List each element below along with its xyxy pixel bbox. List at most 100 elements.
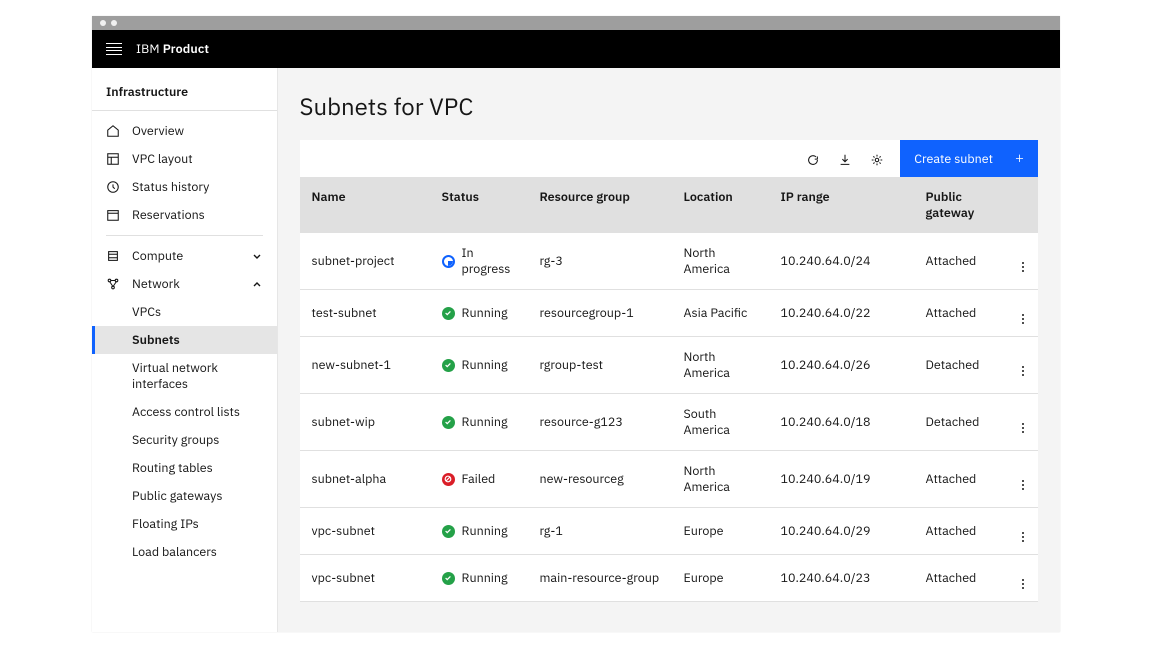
table-toolbar: Create subnet + bbox=[300, 140, 1039, 177]
table-row[interactable]: vpc-subnetRunningmain-resource-groupEuro… bbox=[300, 555, 1039, 602]
sidebar-item-subnets[interactable]: Subnets bbox=[92, 326, 277, 354]
home-icon bbox=[106, 124, 120, 138]
sidebar-item-acl[interactable]: Access control lists bbox=[92, 398, 277, 426]
create-subnet-button[interactable]: Create subnet + bbox=[900, 140, 1038, 177]
th-resource-group[interactable]: Resource group bbox=[530, 177, 674, 233]
sidebar-network-children: VPCs Subnets Virtual network interfaces … bbox=[92, 298, 277, 566]
sidebar-item-label: Status history bbox=[132, 179, 209, 195]
cell-location: North America bbox=[674, 451, 771, 507]
th-location[interactable]: Location bbox=[674, 177, 771, 233]
cell-actions bbox=[1012, 290, 1039, 336]
cell-resource-group: rg-3 bbox=[530, 241, 674, 281]
sidebar-item-floating-ips[interactable]: Floating IPs bbox=[92, 510, 277, 538]
sidebar-item-label: VPC layout bbox=[132, 151, 193, 167]
cell-resource-group: rgroup-test bbox=[530, 345, 674, 385]
sidebar-item-vpc-layout[interactable]: VPC layout bbox=[92, 145, 277, 173]
sidebar-item-label: Compute bbox=[132, 248, 183, 264]
overflow-menu-icon[interactable] bbox=[1022, 520, 1025, 538]
cell-location: South America bbox=[674, 394, 771, 450]
cell-actions bbox=[1012, 238, 1039, 284]
cell-resource-group: resource-g123 bbox=[530, 402, 674, 442]
th-status[interactable]: Status bbox=[432, 177, 530, 233]
traffic-light-dot[interactable] bbox=[100, 20, 106, 26]
table-row[interactable]: subnet-wipRunningresource-g123South Amer… bbox=[300, 394, 1039, 451]
sidebar-item-reservations[interactable]: Reservations bbox=[92, 201, 277, 229]
cell-status: Running bbox=[432, 345, 530, 385]
sidebar-item-label: Network bbox=[132, 276, 180, 292]
table-row[interactable]: test-subnetRunningresourcegroup-1Asia Pa… bbox=[300, 290, 1039, 337]
plus-icon: + bbox=[1015, 149, 1024, 168]
table-row[interactable]: subnet-alphaFailednew-resourcegNorth Ame… bbox=[300, 451, 1039, 508]
traffic-light-dot[interactable] bbox=[111, 20, 117, 26]
status-running-icon bbox=[442, 525, 455, 538]
chevron-up-icon bbox=[251, 278, 263, 290]
cell-actions bbox=[1012, 456, 1039, 502]
overflow-menu-icon[interactable] bbox=[1022, 411, 1025, 429]
status-text: Running bbox=[462, 523, 508, 539]
table-row[interactable]: vpc-subnetRunningrg-1Europe10.240.64.0/2… bbox=[300, 508, 1039, 555]
cell-ip-range: 10.240.64.0/23 bbox=[771, 558, 916, 598]
cell-status: Running bbox=[432, 402, 530, 442]
cell-name: vpc-subnet bbox=[300, 558, 432, 598]
sidebar-group-compute[interactable]: Compute bbox=[92, 242, 277, 270]
history-icon bbox=[106, 180, 120, 194]
overflow-menu-icon[interactable] bbox=[1022, 468, 1025, 486]
overflow-menu-icon[interactable] bbox=[1022, 250, 1025, 268]
status-failed-icon bbox=[442, 473, 455, 486]
sidebar-item-routing-tables[interactable]: Routing tables bbox=[92, 454, 277, 482]
cell-status: Failed bbox=[432, 459, 530, 499]
cell-ip-range: 10.240.64.0/26 bbox=[771, 345, 916, 385]
overflow-menu-icon[interactable] bbox=[1022, 354, 1025, 372]
cell-ip-range: 10.240.64.0/24 bbox=[771, 241, 916, 281]
page-title: Subnets for VPC bbox=[300, 90, 1039, 122]
overflow-menu-icon[interactable] bbox=[1022, 567, 1025, 585]
overflow-menu-icon[interactable] bbox=[1022, 302, 1025, 320]
sidebar-item-security-groups[interactable]: Security groups bbox=[92, 426, 277, 454]
sidebar-divider bbox=[106, 235, 263, 236]
th-name[interactable]: Name bbox=[300, 177, 432, 233]
status-text: Failed bbox=[462, 471, 496, 487]
cell-name: new-subnet-1 bbox=[300, 345, 432, 385]
cell-ip-range: 10.240.64.0/22 bbox=[771, 293, 916, 333]
menu-icon[interactable] bbox=[106, 43, 122, 55]
sidebar-item-label: Overview bbox=[132, 123, 184, 139]
toolbar-spacer bbox=[300, 140, 791, 177]
global-header: IBM Product bbox=[92, 30, 1060, 68]
refresh-icon[interactable] bbox=[806, 152, 820, 166]
cell-public-gateway: Detached bbox=[916, 402, 1012, 442]
cell-public-gateway: Detached bbox=[916, 345, 1012, 385]
cell-name: test-subnet bbox=[300, 293, 432, 333]
cell-name: subnet-project bbox=[300, 241, 432, 281]
cell-status: Running bbox=[432, 293, 530, 333]
cell-location: Europe bbox=[674, 511, 771, 551]
main-content: Subnets for VPC Create subnet + Name Sta… bbox=[278, 68, 1061, 632]
cell-name: subnet-wip bbox=[300, 402, 432, 442]
status-text: In progress bbox=[462, 245, 520, 277]
cell-name: vpc-subnet bbox=[300, 511, 432, 551]
cell-location: North America bbox=[674, 233, 771, 289]
status-running-icon bbox=[442, 416, 455, 429]
cell-actions bbox=[1012, 399, 1039, 445]
settings-icon[interactable] bbox=[870, 152, 884, 166]
sidebar-item-vpcs[interactable]: VPCs bbox=[92, 298, 277, 326]
table-row[interactable]: new-subnet-1Runningrgroup-testNorth Amer… bbox=[300, 337, 1039, 394]
download-icon[interactable] bbox=[838, 152, 852, 166]
status-running-icon bbox=[442, 307, 455, 320]
th-actions bbox=[1012, 177, 1039, 233]
cell-public-gateway: Attached bbox=[916, 293, 1012, 333]
status-text: Running bbox=[462, 305, 508, 321]
sidebar-item-vni[interactable]: Virtual network interfaces bbox=[92, 354, 277, 398]
sidebar-item-status-history[interactable]: Status history bbox=[92, 173, 277, 201]
cell-ip-range: 10.240.64.0/29 bbox=[771, 511, 916, 551]
sidebar-item-load-balancers[interactable]: Load balancers bbox=[92, 538, 277, 566]
th-public-gateway[interactable]: Public gateway bbox=[916, 177, 1012, 233]
th-ip-range[interactable]: IP range bbox=[771, 177, 916, 233]
cell-public-gateway: Attached bbox=[916, 558, 1012, 598]
sidebar-group-network[interactable]: Network bbox=[92, 270, 277, 298]
sidebar-item-overview[interactable]: Overview bbox=[92, 117, 277, 145]
sidebar-item-public-gateways[interactable]: Public gateways bbox=[92, 482, 277, 510]
subnets-table: Name Status Resource group Location IP r… bbox=[300, 177, 1039, 602]
table-body: subnet-projectIn progressrg-3North Ameri… bbox=[300, 233, 1039, 602]
cell-public-gateway: Attached bbox=[916, 511, 1012, 551]
table-row[interactable]: subnet-project In progress rg-3North Ameri… bbox=[300, 233, 1039, 290]
